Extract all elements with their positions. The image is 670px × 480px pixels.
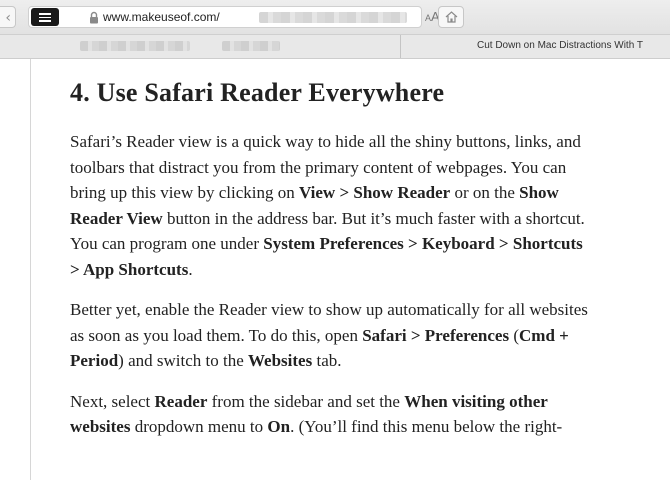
reader-content: 4. Use Safari Reader Everywhere Safari’s… bbox=[0, 59, 670, 480]
text-line: button in the address bar. But it’s much… bbox=[162, 208, 585, 228]
text-line: . bbox=[188, 259, 193, 279]
paragraph-3: Next, select Reader from the sidebar and… bbox=[70, 389, 670, 440]
bold-text: Show bbox=[519, 183, 559, 202]
lock-icon bbox=[90, 11, 98, 24]
text-line: dropdown menu to bbox=[130, 417, 268, 436]
text-line: tab. bbox=[312, 351, 342, 370]
text-line: ) and switch to the bbox=[118, 351, 248, 370]
paragraph-1: Safari’s Reader view is a quick way to h… bbox=[70, 129, 670, 282]
url-redacted bbox=[259, 12, 407, 23]
bold-text: System Preferences > Keyboard > Shortcut… bbox=[263, 234, 583, 253]
bold-text: Safari > Preferences bbox=[362, 325, 510, 345]
bold-text: websites bbox=[70, 417, 131, 436]
bold-text: Reader View bbox=[70, 208, 163, 228]
text-line: Better yet, enable the Reader view to sh… bbox=[70, 300, 588, 319]
article: 4. Use Safari Reader Everywhere Safari’s… bbox=[70, 75, 670, 455]
browser-toolbar: ‹ www.makeuseof.com/ AA bbox=[0, 0, 670, 35]
back-button[interactable]: ‹ bbox=[0, 6, 16, 28]
text-line: bring up this view by clicking on bbox=[70, 183, 300, 202]
text-line: from the sidebar and set the bbox=[207, 391, 405, 411]
address-bar[interactable]: www.makeuseof.com/ AA bbox=[28, 6, 440, 28]
text-line: or on the bbox=[450, 183, 520, 202]
home-button[interactable] bbox=[438, 6, 464, 28]
text-line: . (You’ll find this menu below the right… bbox=[290, 417, 563, 436]
text-line: Safari’s Reader view is a quick way to h… bbox=[70, 132, 581, 151]
bookmarks-redacted bbox=[80, 41, 190, 51]
text-line: You can program one under bbox=[70, 234, 264, 253]
bold-text: Reader bbox=[154, 391, 208, 411]
text-line: ( bbox=[509, 325, 520, 345]
tab-active[interactable]: Cut Down on Mac Distractions With T bbox=[477, 40, 643, 51]
url-text[interactable]: www.makeuseof.com/ bbox=[103, 9, 220, 25]
bold-text: On bbox=[267, 417, 291, 436]
text-line: toolbars that distract you from the prim… bbox=[70, 157, 567, 177]
bold-text: View > Show Reader bbox=[299, 183, 451, 202]
tab-bar: Cut Down on Mac Distractions With T bbox=[0, 35, 670, 59]
bold-text: > App Shortcuts bbox=[70, 259, 189, 279]
home-icon bbox=[445, 11, 458, 23]
article-heading: 4. Use Safari Reader Everywhere bbox=[70, 78, 445, 107]
bold-text: Period bbox=[70, 351, 119, 370]
text-line: Next, select bbox=[70, 391, 155, 411]
page-border bbox=[30, 59, 31, 480]
text-line: as soon as you load them. To do this, op… bbox=[70, 325, 363, 345]
bold-text: When visiting other bbox=[404, 391, 548, 411]
bookmarks-redacted bbox=[222, 41, 280, 51]
bold-text: Websites bbox=[248, 351, 313, 370]
paragraph-2: Better yet, enable the Reader view to sh… bbox=[70, 297, 670, 374]
reader-view-icon[interactable] bbox=[31, 8, 59, 26]
bold-text: Cmd + bbox=[519, 325, 569, 345]
tab-divider bbox=[400, 35, 401, 58]
